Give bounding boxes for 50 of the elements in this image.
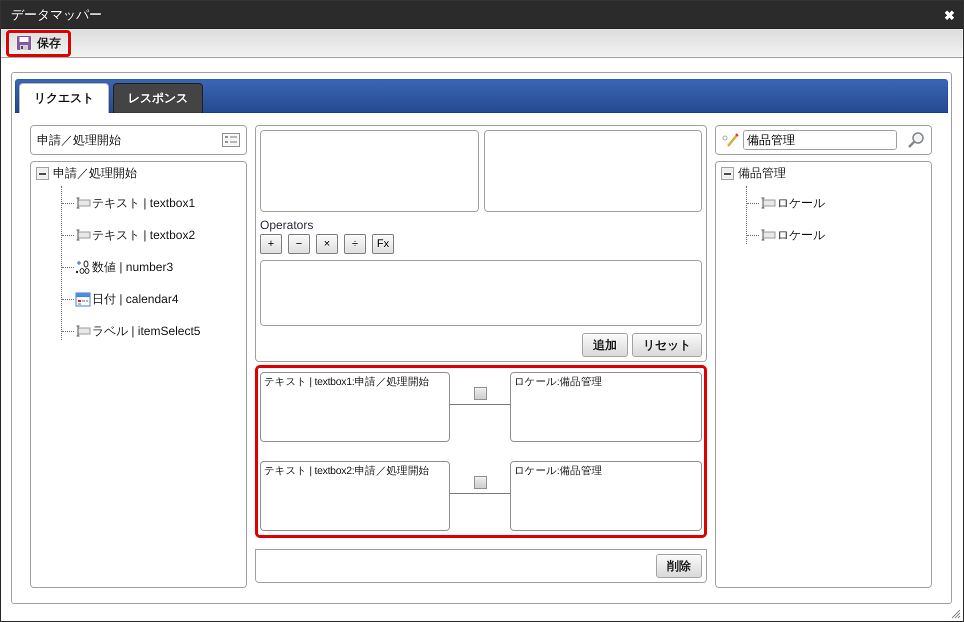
mapping-target: ロケール:備品管理 bbox=[514, 376, 602, 388]
pencil-icon bbox=[722, 132, 740, 148]
mapping-source: テキスト | textbox1:申請／処理開始 bbox=[264, 376, 430, 388]
mapping-source-box[interactable]: テキスト | textbox1:申請／処理開始 bbox=[260, 372, 450, 442]
checkbox[interactable] bbox=[474, 476, 487, 489]
mapping-source: テキスト | textbox2:申請／処理開始 bbox=[264, 465, 430, 477]
search-icon[interactable] bbox=[907, 131, 925, 149]
mapping-target: ロケール:備品管理 bbox=[514, 465, 602, 477]
tree-node[interactable]: 備品管理 bbox=[738, 165, 786, 182]
delete-button[interactable]: 削除 bbox=[656, 554, 702, 578]
operator-button[interactable]: − bbox=[288, 234, 310, 254]
expression-field[interactable] bbox=[260, 260, 702, 326]
form-icon[interactable] bbox=[222, 133, 240, 147]
close-button[interactable]: ✖ bbox=[944, 8, 955, 22]
operator-button[interactable]: Fx bbox=[372, 234, 394, 254]
tree-node[interactable]: ロケール bbox=[777, 194, 825, 212]
mapping-target-box[interactable]: ロケール:備品管理 bbox=[510, 461, 702, 531]
tree-node[interactable]: ロケール bbox=[777, 226, 825, 244]
tree-node[interactable]: 日付 | calendar4 bbox=[92, 290, 178, 308]
checkbox[interactable] bbox=[474, 387, 487, 400]
tab[interactable]: リクエスト bbox=[19, 83, 109, 113]
operator-button[interactable]: + bbox=[260, 234, 282, 254]
calendar-icon bbox=[75, 291, 91, 307]
tree-node[interactable]: テキスト | textbox1 bbox=[92, 194, 196, 212]
collapse-toggle[interactable] bbox=[721, 167, 734, 180]
textbox-icon bbox=[75, 197, 91, 209]
operators-label: Operators bbox=[260, 218, 314, 232]
decimal-icon bbox=[75, 260, 91, 274]
mapping-source-box[interactable]: テキスト | textbox2:申請／処理開始 bbox=[260, 461, 450, 531]
source-drop-area[interactable] bbox=[260, 130, 478, 212]
tree-node[interactable]: テキスト | textbox2 bbox=[92, 226, 196, 244]
textbox-icon bbox=[760, 229, 776, 241]
source-title: 申請／処理開始 bbox=[37, 132, 121, 148]
textbox-icon bbox=[75, 229, 91, 241]
operator-button[interactable]: ÷ bbox=[344, 234, 366, 254]
textbox-icon bbox=[75, 325, 91, 337]
collapse-toggle[interactable] bbox=[36, 167, 49, 180]
resize-grip-icon[interactable] bbox=[951, 609, 961, 619]
window-title: データマッパー bbox=[11, 6, 102, 24]
textbox-icon bbox=[760, 197, 776, 209]
action-button[interactable]: 追加 bbox=[582, 333, 628, 357]
search-field[interactable]: 備品管理 bbox=[743, 130, 897, 150]
operator-button[interactable]: × bbox=[316, 234, 338, 254]
tree-node[interactable]: 数値 | number3 bbox=[92, 258, 174, 276]
tree-node[interactable]: ラベル | itemSelect5 bbox=[92, 322, 200, 340]
target-drop-area[interactable] bbox=[484, 130, 702, 212]
mapping-target-box[interactable]: ロケール:備品管理 bbox=[510, 372, 702, 442]
action-button[interactable]: リセット bbox=[632, 333, 702, 357]
tab[interactable]: レスポンス bbox=[113, 83, 203, 113]
tree-node[interactable]: 申請／処理開始 bbox=[53, 165, 137, 182]
